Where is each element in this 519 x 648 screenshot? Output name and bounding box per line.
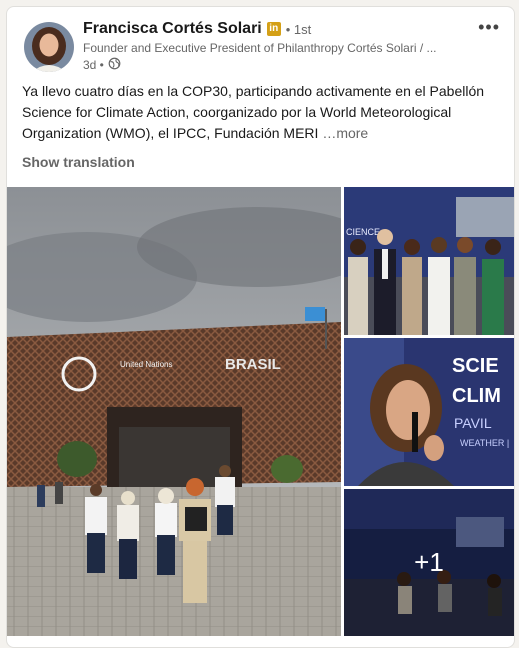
- connection-degree: • 1st: [285, 21, 312, 37]
- post-image-speaker[interactable]: SCIE CLIM PAVIL WEATHER |: [344, 338, 514, 486]
- science-text-1: SCIE: [452, 355, 499, 377]
- more-horizontal-icon: •••: [478, 17, 500, 37]
- post-menu-button[interactable]: •••: [478, 17, 500, 38]
- pavilion-text: PAVIL: [454, 415, 492, 431]
- post-time: 3d •: [83, 58, 104, 72]
- un-sign-text: United Nations: [120, 360, 172, 369]
- post-body: Ya llevo cuatro días en la COP30, partic…: [22, 83, 485, 141]
- author-name-text[interactable]: Francisca Cortés Solari: [83, 20, 262, 38]
- weather-text: WEATHER |: [460, 438, 509, 448]
- see-more-link[interactable]: …more: [322, 125, 368, 141]
- author-name[interactable]: Francisca Cortés Solari in • 1st: [83, 20, 311, 38]
- linkedin-premium-icon: in: [266, 22, 281, 36]
- more-images-count: +1: [344, 489, 514, 636]
- brasil-sign-text: BRASIL: [225, 356, 281, 373]
- banner-text: CIENCE: [346, 227, 380, 237]
- post-text: Ya llevo cuatro días en la COP30, partic…: [22, 81, 492, 144]
- science-text-2: CLIM: [452, 385, 501, 407]
- post-image-more[interactable]: +1: [344, 489, 514, 636]
- post-image-main[interactable]: United Nations BRASIL: [7, 187, 341, 636]
- post-meta: 3d •: [83, 57, 121, 73]
- globe-icon: [108, 57, 121, 73]
- post-image-group-photo[interactable]: CIENCE: [344, 187, 514, 335]
- post-card: Francisca Cortés Solari in • 1st Founder…: [6, 6, 515, 648]
- show-translation-button[interactable]: Show translation: [22, 154, 135, 170]
- author-headline: Founder and Executive President of Phila…: [83, 41, 437, 55]
- author-avatar[interactable]: [24, 22, 74, 72]
